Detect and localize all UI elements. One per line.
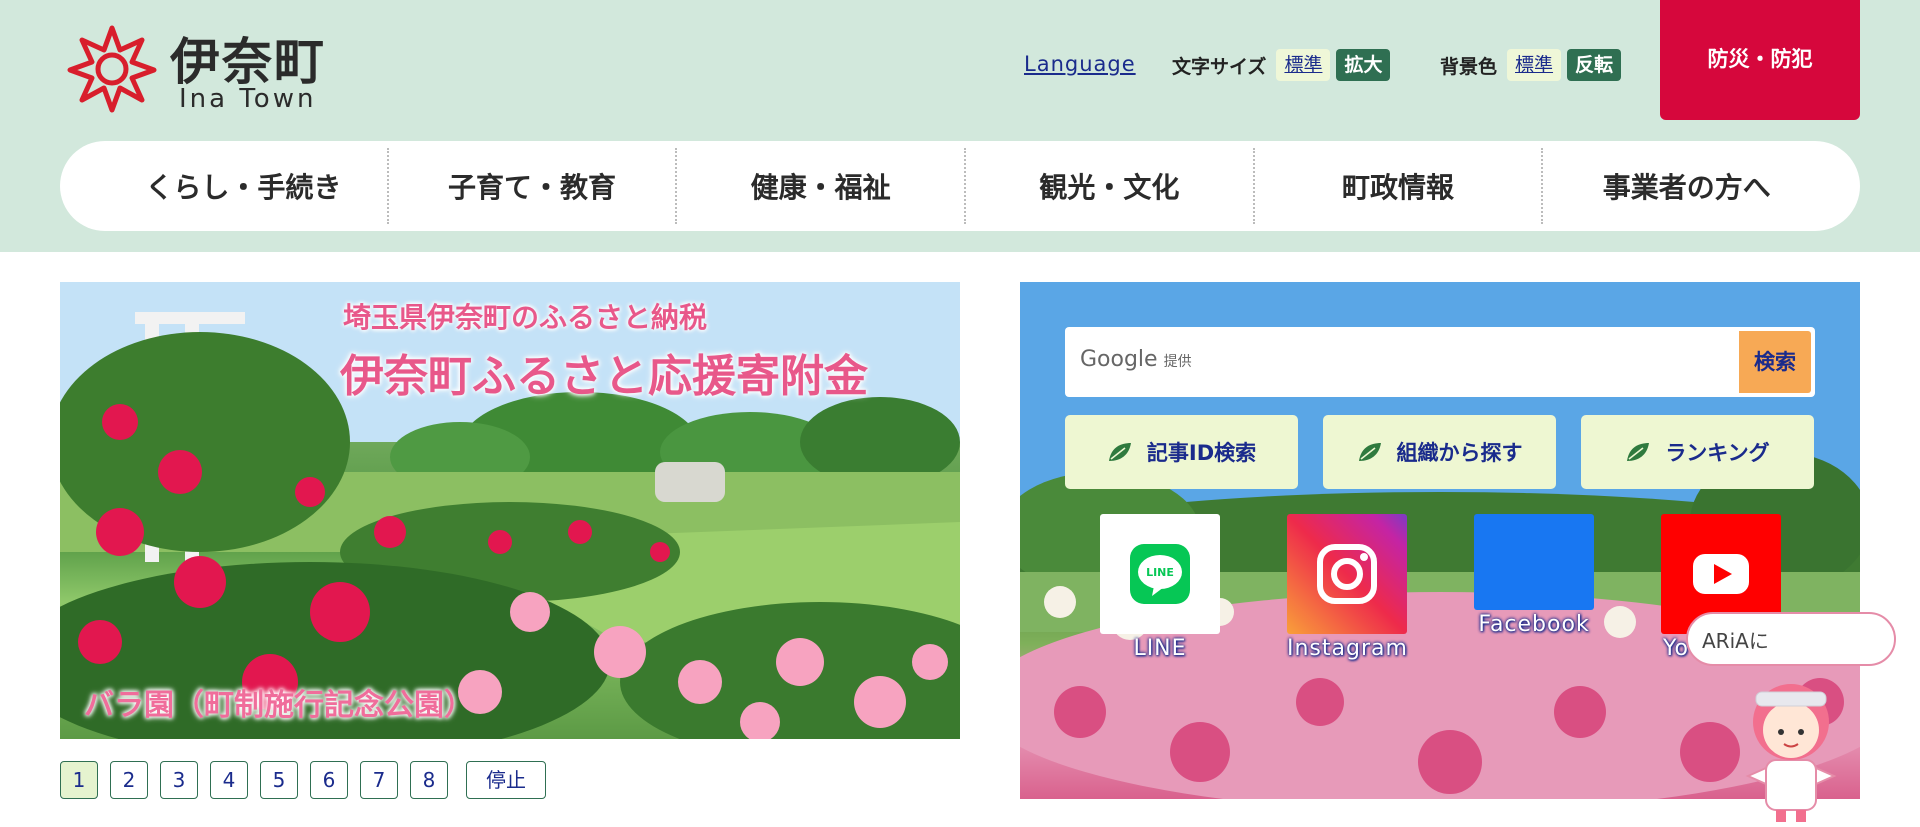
sns-link-facebook[interactable]: Facebook [1474,514,1594,637]
slide-title: 伊奈町ふるさと応援寄附金 [340,351,868,402]
search-provider-suffix: 提供 [1163,354,1192,370]
slide-page-button[interactable]: 8 [410,761,448,799]
nav-item-government[interactable]: 町政情報 [1252,148,1542,224]
nav-item-tourism[interactable]: 観光・文化 [964,148,1253,224]
background-label: 背景色 [1440,55,1498,78]
slider-pager: 1 2 3 4 5 6 7 8 停止 [60,761,546,799]
svg-text:LINE: LINE [1146,566,1174,579]
sns-link-instagram[interactable]: Instagram [1287,514,1407,661]
background-color-controls: 背景色 標準 反転 [1440,48,1627,82]
search-panel: Google 提供 検索 記事ID検索 組織から探す ランキング LINE LI… [1020,282,1860,799]
quick-link-organization[interactable]: 組織から探す [1323,415,1556,489]
slide-page-button[interactable]: 1 [60,761,98,799]
slide-page-button[interactable]: 4 [210,761,248,799]
line-icon: LINE [1100,514,1220,634]
bg-invert-button[interactable]: 反転 [1567,49,1622,81]
font-large-button[interactable]: 拡大 [1336,49,1391,81]
quick-link-label: ランキング [1665,441,1770,465]
aria-assistant-bubble[interactable]: ARiAに [1686,612,1896,666]
bg-standard-button[interactable]: 標準 [1507,49,1562,81]
sns-label: Instagram [1287,636,1408,661]
sns-label: Facebook [1478,612,1590,637]
quick-link-label: 記事ID検索 [1146,441,1257,465]
slide-page-button[interactable]: 5 [260,761,298,799]
slide-page-button[interactable]: 3 [160,761,198,799]
language-link[interactable]: Language [1024,52,1136,76]
nav-item-health[interactable]: 健康・福祉 [675,148,964,224]
slide-page-button[interactable]: 6 [310,761,348,799]
instagram-icon [1287,514,1407,634]
nav-item-living[interactable]: くらし・手続き [60,148,387,224]
search-button[interactable]: 検索 [1739,331,1811,393]
global-nav: くらし・手続き 子育て・教育 健康・福祉 観光・文化 町政情報 事業者の方へ [60,141,1860,231]
disaster-prevention-button[interactable]: 防災・防犯 [1660,0,1860,120]
site-search-box[interactable]: Google 提供 検索 [1065,327,1815,397]
town-emblem-icon [67,25,157,113]
slider-stop-button[interactable]: 停止 [466,761,546,799]
quick-link-article-id[interactable]: 記事ID検索 [1065,415,1298,489]
nav-item-business[interactable]: 事業者の方へ [1541,148,1860,224]
quick-link-label: 組織から探す [1396,441,1523,465]
sns-label: LINE [1133,636,1187,661]
slide-page-button[interactable]: 7 [360,761,398,799]
slide-caption: バラ園（町制施行記念公園） [84,688,474,723]
site-subtitle: Ina Town [179,84,317,114]
sns-link-line[interactable]: LINE LINE [1100,514,1220,661]
leaf-icon [1627,443,1650,461]
site-logo[interactable]: 伊奈町 Ina Town [66,22,346,116]
nav-item-childcare[interactable]: 子育て・教育 [386,148,676,224]
font-standard-button[interactable]: 標準 [1276,49,1331,81]
aria-character-icon[interactable] [1736,664,1846,824]
facebook-icon [1474,514,1594,610]
font-size-label: 文字サイズ [1172,55,1267,78]
leaf-icon [1108,443,1131,461]
hero-slider[interactable]: 埼玉県伊奈町のふるさと納税 伊奈町ふるさと応援寄附金 バラ園（町制施行記念公園） [60,282,960,739]
search-provider: Google 提供 [1080,347,1192,372]
slide-page-button[interactable]: 2 [110,761,148,799]
slide-subtitle: 埼玉県伊奈町のふるさと納税 [343,301,708,334]
search-provider-name: Google [1080,347,1158,372]
quick-link-ranking[interactable]: ランキング [1581,415,1814,489]
leaf-icon [1358,443,1381,461]
font-size-controls: 文字サイズ 標準 拡大 [1172,48,1396,82]
